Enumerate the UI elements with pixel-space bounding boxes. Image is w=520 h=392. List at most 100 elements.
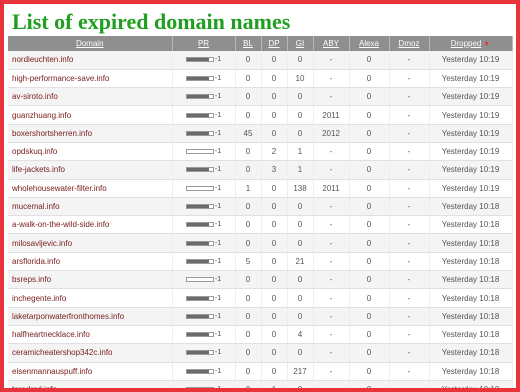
cell-alexa: 0 [349, 270, 390, 290]
domain-link[interactable]: life-jackets.info [12, 165, 65, 174]
cell-bl: 0 [235, 215, 262, 235]
cell-gi: 0 [287, 51, 314, 70]
col-header-bl[interactable]: BL [235, 36, 262, 51]
pagerank-bar [185, 94, 214, 100]
cell-bl: 0 [235, 343, 262, 363]
cell-dmoz: - [389, 51, 430, 70]
pagerank-fill [186, 76, 209, 80]
cell-dropped: Yesterday 10:18 [429, 288, 513, 308]
cell-pr: -1 [172, 179, 236, 198]
cell-aby: - [313, 288, 350, 308]
cell-dmoz: - [389, 325, 430, 345]
cell-aby: - [313, 142, 350, 162]
cell-pr: -1 [172, 69, 236, 89]
pagerank-fill [186, 205, 209, 209]
cell-alexa: 0 [349, 380, 390, 388]
cell-dmoz: - [389, 233, 430, 253]
pagerank-value: -1 [214, 276, 222, 284]
cell-pr: -1 [172, 343, 236, 363]
cell-dp: 0 [261, 362, 288, 381]
table-row: bsreps.info -1 0 0 0-0- Yesterday 10:18 [8, 270, 513, 290]
cell-dropped: Yesterday 10:19 [429, 142, 513, 162]
cell-dropped: Yesterday 10:18 [429, 380, 513, 388]
cell-aby: - [313, 160, 350, 180]
cell-pr: -1 [172, 270, 236, 290]
cell-dropped: Yesterday 10:19 [429, 51, 513, 70]
pagerank-value: -1 [214, 203, 222, 211]
domain-link[interactable]: eisenmannauspuff.info [12, 367, 92, 376]
sort-down-icon[interactable]: ▼ [483, 41, 490, 48]
domain-link[interactable]: arsflorida.info [12, 257, 60, 266]
domain-link[interactable]: nordieuchten.info [12, 55, 73, 64]
col-header-dp[interactable]: DP [261, 36, 288, 51]
cell-dp: 0 [261, 87, 288, 107]
domain-link[interactable]: taradrod.info [12, 385, 57, 388]
cell-domain: high-performance-save.info [8, 69, 173, 89]
col-header-dropped[interactable]: Dropped ▼ [429, 36, 513, 51]
domain-link[interactable]: av-siroto.info [12, 92, 58, 101]
cell-dp: 0 [261, 270, 288, 290]
cell-domain: av-siroto.info [8, 87, 173, 107]
cell-bl: 0 [235, 362, 262, 381]
cell-domain: inchegente.info [8, 288, 173, 308]
cell-aby: - [313, 270, 350, 290]
cell-alexa: 0 [349, 307, 390, 326]
pagerank-value: -1 [214, 221, 222, 229]
table-row: life-jackets.info -1 0 3 1-0- Yesterday 10:19 [8, 160, 513, 180]
cell-dmoz: - [389, 380, 430, 388]
cell-gi: 0 [287, 105, 314, 125]
col-header-pr[interactable]: PR [172, 36, 236, 51]
table-row: nordieuchten.info -1 0 0 0-0- Yesterday 10:19 [8, 51, 513, 70]
cell-dp: 1 [261, 380, 288, 388]
cell-dp: 2 [261, 142, 288, 162]
pagerank-bar [185, 277, 214, 283]
col-header-gi[interactable]: GI [287, 36, 314, 51]
domain-link[interactable]: milosavljevic.info [12, 239, 72, 248]
pagerank-bar [185, 149, 214, 155]
pagerank-value: -1 [215, 386, 221, 388]
pagerank-fill [186, 58, 209, 62]
domain-link[interactable]: high-performance-save.info [12, 74, 109, 83]
cell-aby: - [313, 252, 350, 272]
cell-aby: 2012 [313, 124, 350, 143]
col-header-aby[interactable]: ABY [313, 36, 350, 51]
table-row: halfheartnecklace.info -1 0 0 4-0- Yesterday … [8, 325, 513, 345]
page-title: List of expired domain names [12, 9, 291, 34]
cell-gi: 1 [287, 142, 314, 162]
domain-link[interactable]: halfheartnecklace.info [12, 330, 90, 339]
cell-pr: -1 [172, 87, 236, 107]
col-header-alexa[interactable]: Alexa [349, 36, 390, 51]
domain-link[interactable]: boxershortsherren.info [12, 129, 92, 138]
domain-link[interactable]: a-walk-on-the-wild-side.info [12, 220, 109, 229]
pagerank-bar [185, 350, 214, 356]
domain-link[interactable]: guanzhuang.info [12, 111, 71, 120]
col-header-dmoz[interactable]: Dmoz [389, 36, 430, 51]
cell-gi: 0 [287, 124, 314, 143]
pagerank-value: -1 [214, 312, 222, 320]
table-row: guanzhuang.info -1 0 0 0 2011 0- Yesterday 10:1… [8, 105, 513, 125]
cell-dropped: Yesterday 10:18 [429, 233, 513, 253]
cell-aby: - [313, 325, 350, 345]
domain-link[interactable]: bsreps.info [12, 275, 51, 284]
col-header-domain[interactable]: Domain [8, 36, 173, 51]
table-row: laketarponwaterfronthomes.info -1 0 0 0-0- Ye… [8, 307, 513, 326]
pagerank-value: -1 [214, 367, 222, 375]
domain-link[interactable]: ceramicheatershop342c.info [12, 348, 113, 357]
domain-link[interactable]: opdskuq.info [12, 147, 57, 156]
cell-bl: 0 [235, 105, 262, 125]
domain-link[interactable]: wholehousewater-filter.info [12, 184, 107, 193]
domain-link[interactable]: mucemal.info [12, 202, 60, 211]
cell-gi: 217 [287, 362, 314, 381]
domain-link[interactable]: inchegente.info [12, 294, 66, 303]
table-row: wholehousewater-filter.info -1 1 0 138 2011 0-… [8, 179, 513, 198]
table-row: a-walk-on-the-wild-side.info -1 0 0 0-0- Yest… [8, 215, 513, 235]
cell-pr: -1 [172, 215, 236, 235]
cell-aby: - [313, 51, 350, 70]
cell-gi: 10 [287, 69, 314, 89]
pagerank-bar [185, 332, 214, 338]
cell-dp: 0 [261, 105, 288, 125]
cell-dp: 0 [261, 215, 288, 235]
cell-alexa: 0 [349, 87, 390, 107]
pagerank-value: -1 [214, 74, 222, 82]
domain-link[interactable]: laketarponwaterfronthomes.info [12, 312, 124, 321]
